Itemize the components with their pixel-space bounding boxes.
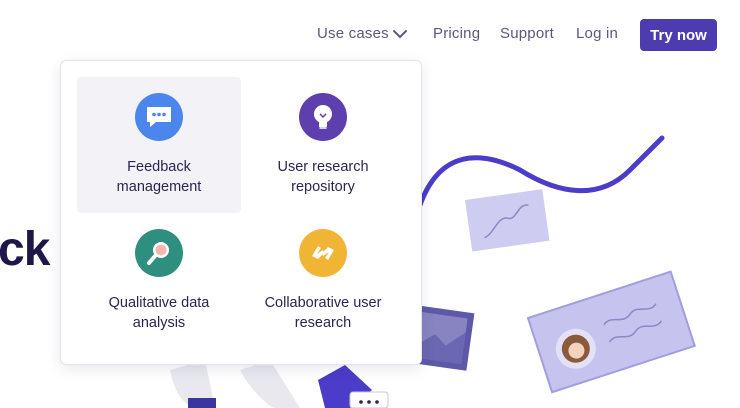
try-now-button[interactable]: Try now [640,19,717,51]
menu-item-collaborative-user-research[interactable]: Collaborative user research [241,213,405,349]
menu-item-label: User research repository [277,159,369,195]
nav-pricing[interactable]: Pricing [433,25,480,42]
menu-item-feedback-management[interactable]: Feedback management [77,77,241,213]
menu-item-user-research-repository[interactable]: User research repository [241,77,405,213]
profile-card [526,270,697,394]
menu-item-label: Collaborative user research [264,295,382,331]
menu-item-qualitative-data-analysis[interactable]: Qualitative data analysis [77,213,241,349]
use-cases-dropdown: Feedback management User research reposi… [60,60,422,365]
lightbulb-icon [299,93,347,141]
chevron-down-icon[interactable] [392,28,408,40]
menu-item-label: Qualitative data analysis [108,295,210,331]
nav-login[interactable]: Log in [576,25,618,42]
chart-card [465,189,550,252]
menu-item-label: Feedback management [116,159,202,195]
hero-heading-fragment: ck [0,223,50,276]
nav-support[interactable]: Support [500,25,554,42]
hands-icon [299,229,347,277]
magnifier-icon [135,229,183,277]
chat-bubble-icon [135,93,183,141]
nav-use-cases[interactable]: Use cases [317,25,389,42]
